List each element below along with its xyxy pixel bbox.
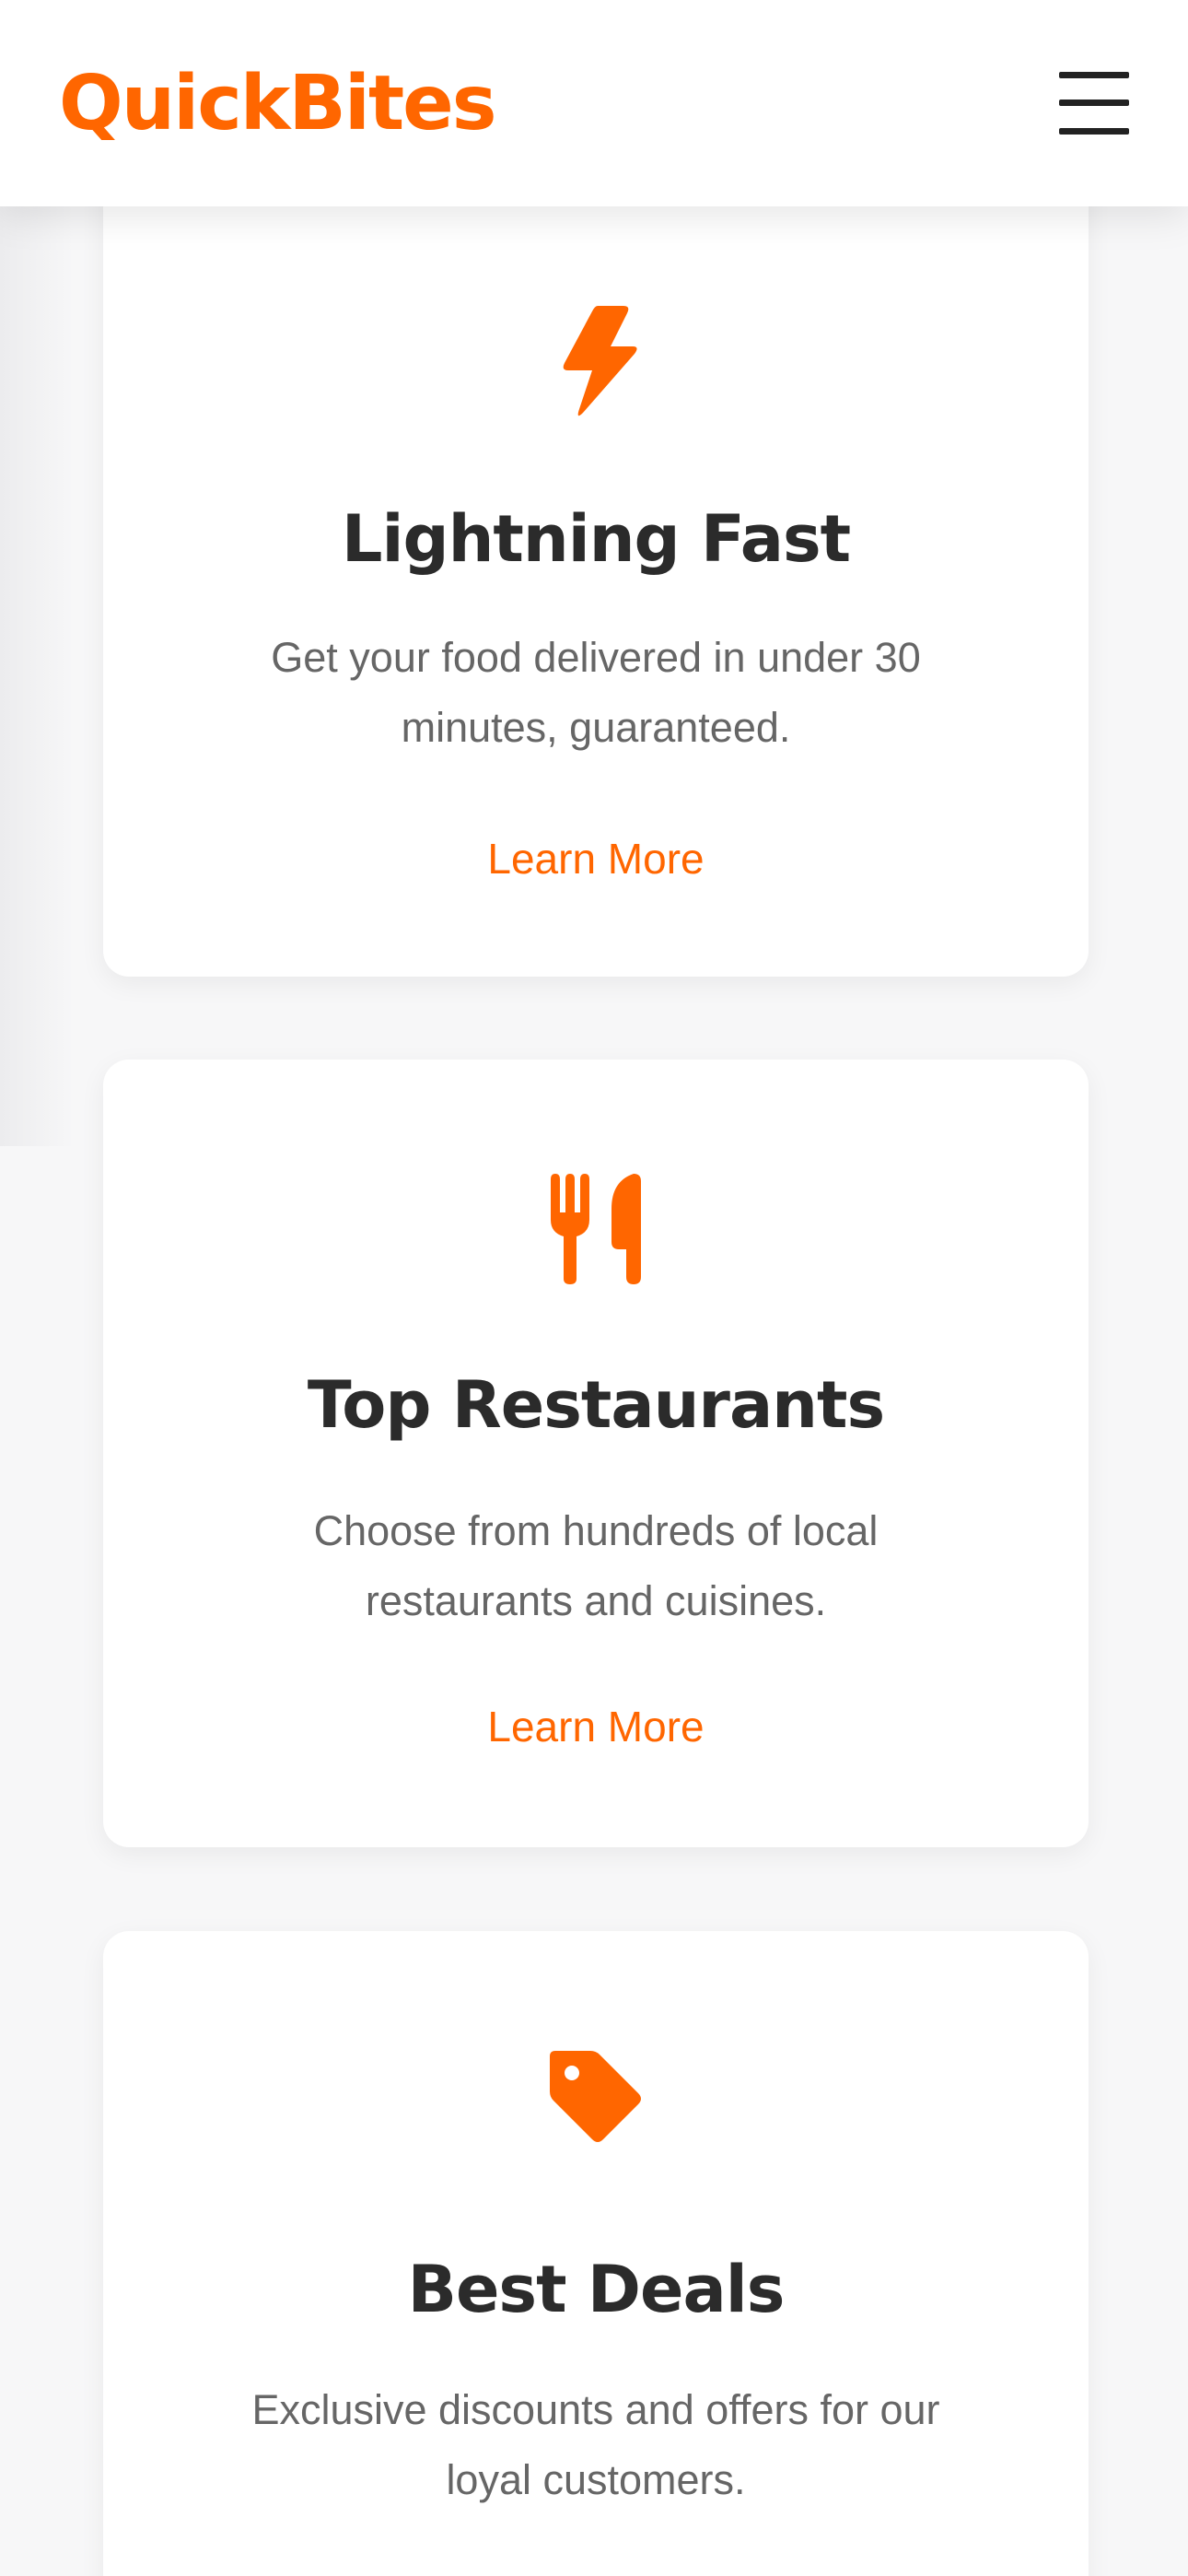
hamburger-menu-icon[interactable] [1057, 70, 1131, 136]
background-shadow [0, 206, 74, 1146]
feature-card-lightning-fast: Lightning Fast Get your food delivered i… [103, 157, 1089, 977]
feature-title: Top Restaurants [307, 1367, 885, 1443]
feature-description: Choose from hundreds of local restaurant… [232, 1496, 960, 1636]
feature-card-best-deals: Best Deals Exclusive discounts and offer… [103, 1931, 1089, 2576]
price-tag-icon [103, 2047, 1089, 2147]
feature-card-top-restaurants: Top Restaurants Choose from hundreds of … [103, 1060, 1089, 1847]
brand-logo[interactable]: QuickBites [59, 53, 497, 155]
top-navbar: QuickBites [0, 0, 1188, 206]
fork-knife-icon [103, 1172, 1089, 1286]
description-line: loyal customers. [446, 2456, 746, 2503]
lightning-bolt-icon [103, 302, 1089, 418]
learn-more-link[interactable]: Learn More [103, 831, 1089, 886]
menu-bar [1059, 72, 1129, 78]
menu-bar [1059, 100, 1129, 106]
description-line: restaurants and cuisines. [365, 1577, 827, 1624]
description-line: Choose from hundreds of local [313, 1507, 879, 1554]
description-line: Get your food delivered in under 30 [271, 634, 921, 681]
description-line: minutes, guaranteed. [401, 704, 791, 751]
learn-more-link[interactable]: Learn More [103, 1699, 1089, 1754]
page: QuickBites Lightning Fast Get your food … [0, 0, 1188, 2576]
feature-description: Exclusive discounts and offers for our l… [195, 2375, 996, 2515]
feature-description: Get your food delivered in under 30 minu… [232, 623, 960, 763]
menu-bar [1059, 128, 1129, 135]
feature-title: Best Deals [407, 2252, 786, 2327]
description-line: Exclusive discounts and offers for our [251, 2386, 940, 2433]
feature-title: Lightning Fast [341, 501, 851, 577]
